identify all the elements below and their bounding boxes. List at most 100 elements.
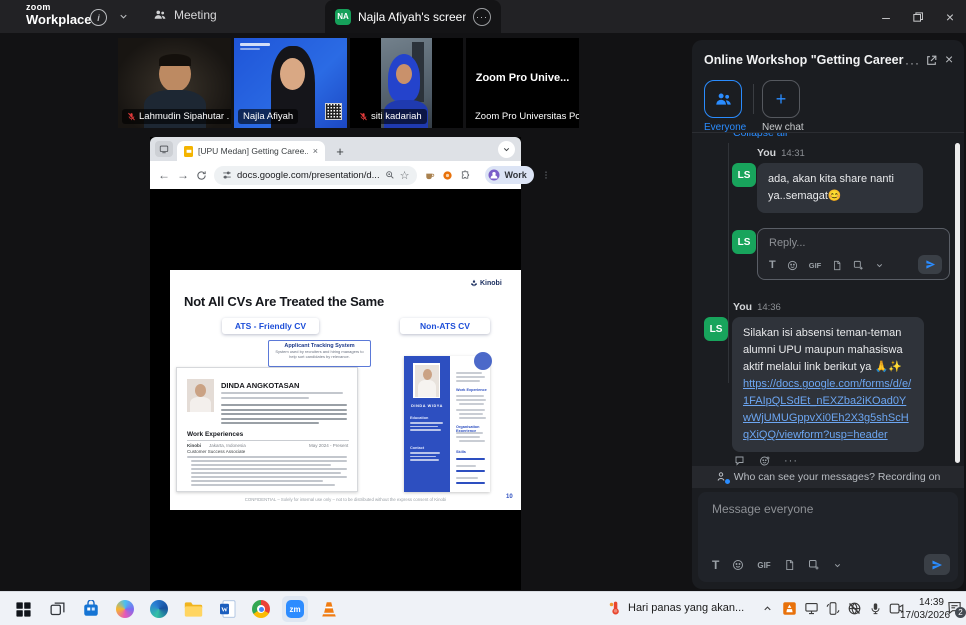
gif-icon[interactable]: GIF	[809, 261, 822, 270]
extensions-puzzle-icon[interactable]	[460, 170, 471, 181]
quote-reply-icon[interactable]	[734, 455, 746, 466]
windows-taskbar: W zm Hari panas yang akan...	[0, 591, 966, 625]
tab-najla-screen[interactable]: NA Najla Afiyah's screen ···	[325, 0, 501, 33]
tabstrip-chevron-icon[interactable]	[498, 141, 515, 158]
emoji-icon[interactable]	[787, 260, 798, 271]
chevron-down-icon[interactable]	[118, 11, 129, 22]
chat-scrollbar[interactable]	[955, 143, 960, 463]
zoom-page-icon[interactable]	[385, 170, 395, 180]
browser-tab-active[interactable]: [UPU Medan] Getting Caree... ×	[177, 141, 325, 161]
video-tile-lahmudin[interactable]: Lahmudin Sipahutar .	[118, 38, 231, 128]
attach-file-icon[interactable]	[784, 559, 795, 571]
forward-icon[interactable]: →	[177, 168, 189, 182]
add-reaction-icon[interactable]	[759, 455, 771, 466]
browser-menu-icon[interactable]	[541, 170, 551, 180]
close-chat-icon[interactable]: ×	[945, 51, 953, 67]
msg1-time: 14:31	[781, 148, 805, 159]
qr-code	[326, 104, 341, 119]
bookmark-star-icon[interactable]: ☆	[400, 169, 410, 182]
tab-options-icon[interactable]: ···	[473, 8, 491, 26]
msg2-avatar: LS	[704, 317, 728, 341]
video-tile-najla[interactable]: Najla Afiyah	[234, 38, 347, 128]
address-bar[interactable]: docs.google.com/presentation/d... ☆	[214, 166, 417, 185]
new-tab-icon[interactable]: +	[332, 143, 348, 159]
more-options-chevron-icon[interactable]	[875, 261, 884, 270]
copilot-icon[interactable]	[112, 596, 138, 622]
na-avatar: NA	[335, 9, 351, 25]
start-button[interactable]	[10, 596, 36, 622]
tab-meeting[interactable]: Meeting	[153, 8, 217, 22]
vlc-icon[interactable]	[316, 596, 342, 622]
cv-left-date: May 2024 - Present	[309, 443, 348, 448]
kinobi-logo-icon	[470, 279, 478, 287]
minimize-button[interactable]: –	[876, 7, 896, 27]
msg2-bubble[interactable]: Silakan isi absensi teman-teman alumni U…	[732, 317, 924, 452]
profile-button[interactable]: Work	[485, 166, 533, 184]
extension-orange-icon[interactable]	[442, 170, 453, 181]
tray-cast-icon[interactable]	[804, 601, 819, 616]
screenshot-icon[interactable]	[853, 260, 864, 271]
edge-icon[interactable]	[146, 596, 172, 622]
close-window-button[interactable]: ×	[940, 7, 960, 27]
tile-center-text: Zoom Pro Unive...	[466, 72, 579, 88]
msg1-bubble[interactable]: ada, akan kita share nanti ya..semagat😊	[757, 163, 923, 213]
more-options-chevron-icon[interactable]	[833, 561, 842, 570]
restore-button[interactable]	[908, 7, 928, 27]
chat-menu-icon[interactable]: ···	[905, 56, 920, 70]
logo-text-workplace: Workplace	[26, 13, 92, 26]
tab-search-icon[interactable]	[155, 141, 173, 157]
tray-no-internet-icon[interactable]	[847, 601, 862, 616]
tune-icon[interactable]	[222, 170, 232, 180]
new-chat-button[interactable]: + New chat	[762, 80, 804, 133]
cv-non-ats: DINDA WIDYA Education Contact Work Exper…	[404, 356, 490, 492]
format-text-icon[interactable]: T	[769, 259, 776, 271]
privacy-bar[interactable]: Who can see your messages? Recording on	[692, 466, 964, 488]
screenshot-icon[interactable]	[808, 559, 820, 571]
message-composer[interactable]: Message everyone T GIF	[698, 492, 958, 582]
attach-file-icon[interactable]	[832, 260, 842, 271]
tray-expand-chevron[interactable]	[762, 603, 773, 614]
task-view-button[interactable]	[44, 596, 70, 622]
pop-out-icon[interactable]	[925, 54, 938, 67]
everyone-chat-button[interactable]: Everyone	[704, 80, 746, 133]
weather-widget[interactable]: Hari panas yang akan...	[608, 600, 744, 616]
msg2-actions: ···	[734, 455, 798, 466]
reload-icon[interactable]	[196, 170, 207, 181]
cv-right-name: DINDA WIDYA	[404, 404, 450, 408]
clock[interactable]: 14:39 17/03/2026	[900, 596, 944, 622]
collapse-all-link[interactable]: Collapse all	[733, 133, 787, 139]
participant-name: Lahmudin Sipahutar .	[139, 111, 229, 122]
format-text-icon[interactable]: T	[712, 558, 719, 572]
chrome-icon[interactable]	[248, 596, 274, 622]
message-more-icon[interactable]: ···	[784, 455, 798, 466]
send-button[interactable]	[924, 554, 950, 575]
word-icon[interactable]: W	[214, 596, 240, 622]
info-icon[interactable]: i	[90, 9, 107, 26]
notification-center-button[interactable]: 2	[947, 600, 962, 615]
zoom-icon-text: zm	[286, 600, 304, 618]
file-explorer-icon[interactable]	[180, 596, 206, 622]
gif-icon[interactable]: GIF	[757, 561, 770, 570]
zoom-app-icon[interactable]: zm	[282, 596, 308, 622]
video-tile-siti[interactable]: siti kadariah	[350, 38, 463, 128]
extension-cup-icon[interactable]	[424, 170, 435, 181]
reply-send-button[interactable]	[918, 255, 942, 274]
reply-input-box[interactable]: Reply... T GIF	[757, 228, 950, 280]
tray-microphone-icon[interactable]	[869, 601, 882, 616]
cv-right-skills-heading: Skills	[456, 450, 466, 454]
absence-form-link[interactable]: https://docs.google.com/forms/d/e/1FAIpQ…	[743, 378, 911, 441]
back-icon[interactable]: ←	[158, 168, 170, 182]
chat-buttons-divider	[753, 84, 754, 114]
reply-avatar: LS	[732, 230, 756, 254]
cv-right-photo	[413, 363, 440, 398]
video-tile-zoom-pro[interactable]: Zoom Pro Unive... Zoom Pro Universitas P…	[466, 38, 579, 128]
clock-time: 14:39	[900, 596, 944, 609]
tray-orange-app-icon[interactable]	[782, 601, 797, 616]
profile-avatar-icon	[488, 169, 500, 181]
microsoft-store-icon[interactable]	[78, 596, 104, 622]
emoji-icon[interactable]	[732, 559, 744, 571]
tray-phone-link-icon[interactable]	[826, 601, 840, 616]
tab-close-icon[interactable]: ×	[313, 146, 318, 156]
msg1-header: You14:31	[757, 147, 805, 159]
thread-indent-line	[728, 143, 729, 383]
